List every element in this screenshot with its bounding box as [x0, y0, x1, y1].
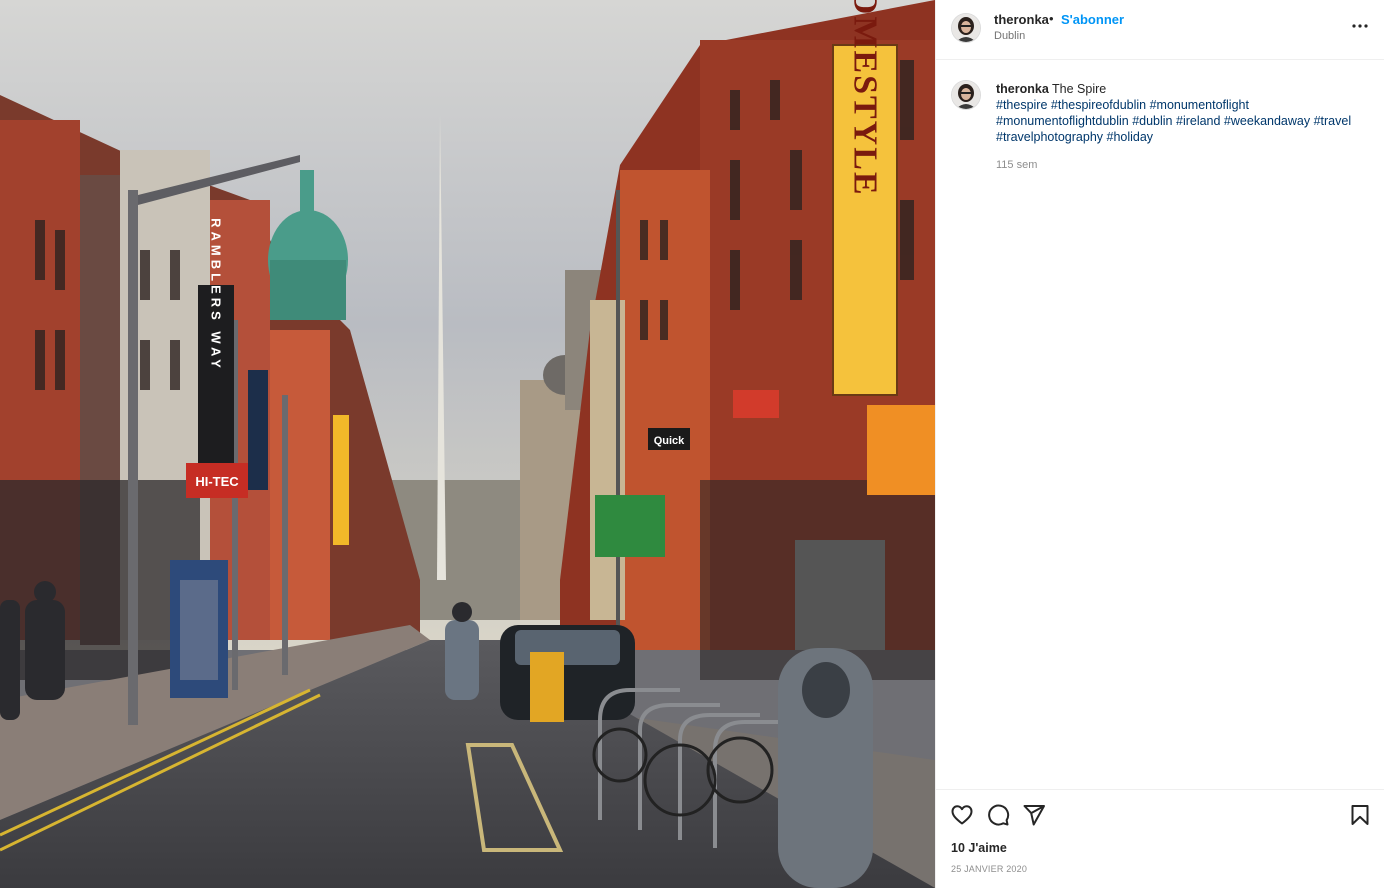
post-actions: 10 J'aime 25 JANVIER 2020	[936, 789, 1384, 888]
share-icon[interactable]	[1022, 803, 1046, 827]
more-options-icon[interactable]	[1350, 14, 1370, 38]
location-link[interactable]: Dublin	[994, 30, 1025, 42]
post-side-panel: theronka • S'abonner Dublin theronka The…	[935, 0, 1384, 888]
separator-dot: •	[1049, 11, 1054, 26]
caption-text: theronka The Spire #thespire #thespireof…	[996, 81, 1371, 145]
homestyle-sign-text: HOMESTYLE	[847, 0, 884, 197]
ramblers-sign-text: RAMBLERS WAY	[209, 218, 224, 372]
caption-area: theronka The Spire #thespire #thespireof…	[936, 60, 1384, 790]
avatar[interactable]	[951, 13, 981, 43]
username-link[interactable]: theronka	[994, 12, 1049, 27]
caption-title: The Spire	[1052, 82, 1107, 96]
post-header: theronka • S'abonner Dublin	[936, 0, 1384, 60]
likes-count[interactable]: 10 J'aime	[951, 841, 1007, 855]
avatar[interactable]	[951, 80, 981, 110]
caption-hashtags[interactable]: #thespire #thespireofdublin #monumentofl…	[996, 98, 1351, 144]
comment-icon[interactable]	[986, 803, 1010, 827]
street-scene-image: HOMESTYLE RAMBLERS WAY HI-TEC Quick	[0, 0, 935, 888]
post-date: 25 JANVIER 2020	[951, 864, 1028, 874]
user-avatar-icon	[952, 81, 980, 109]
hitec-sign-text: HI-TEC	[195, 474, 239, 489]
caption-timestamp[interactable]: 115 sem	[996, 159, 1037, 171]
bookmark-icon[interactable]	[1348, 803, 1372, 827]
heart-icon[interactable]	[950, 803, 974, 827]
user-avatar-icon	[952, 14, 980, 42]
caption-username[interactable]: theronka	[996, 82, 1049, 96]
post-photo[interactable]: HOMESTYLE RAMBLERS WAY HI-TEC Quick	[0, 0, 935, 888]
follow-button[interactable]: S'abonner	[1061, 12, 1124, 27]
quick-sign-text: Quick	[654, 435, 685, 447]
